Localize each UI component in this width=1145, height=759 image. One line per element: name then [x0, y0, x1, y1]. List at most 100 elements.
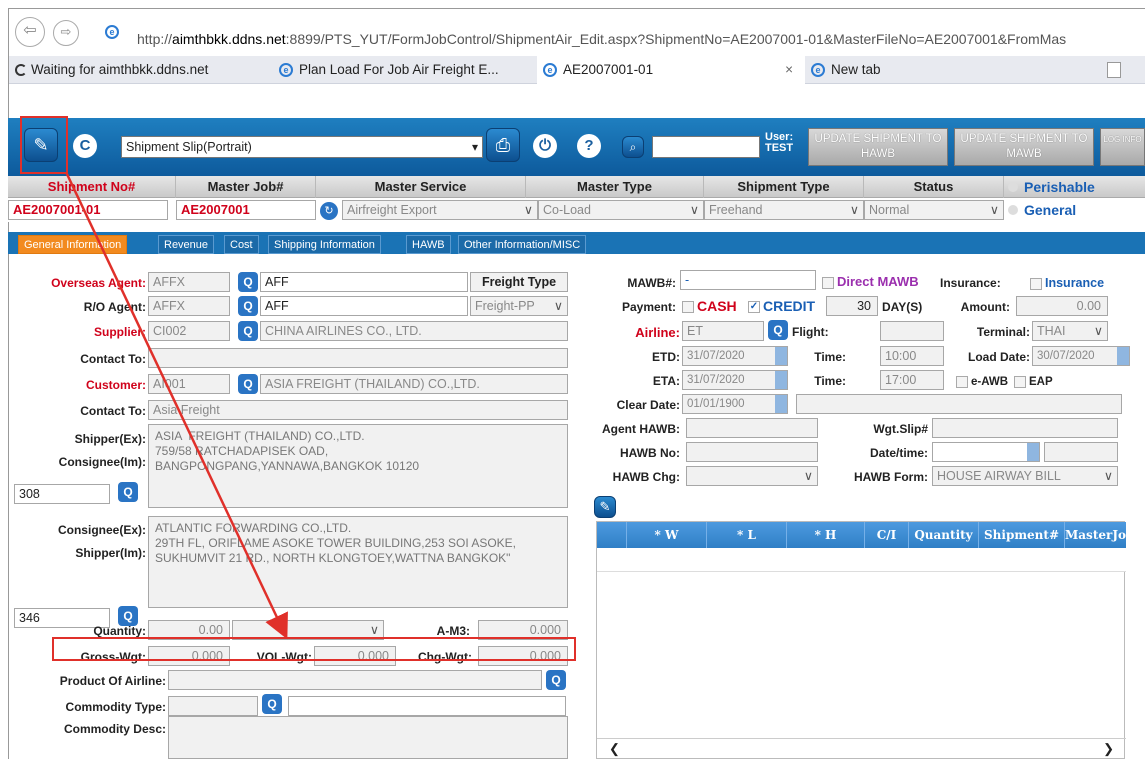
- supplier-code[interactable]: CI002: [148, 321, 230, 341]
- search-button[interactable]: ⌕: [622, 136, 644, 158]
- commodity-type-code[interactable]: [168, 696, 258, 716]
- commodity-search-icon[interactable]: Q: [262, 694, 282, 714]
- tab-cost[interactable]: Cost: [224, 235, 259, 254]
- datetime-time-field[interactable]: [1044, 442, 1118, 462]
- url-field[interactable]: http://aimthbkk.ddns.net:8899/PTS_YUT/Fo…: [137, 31, 1066, 47]
- eta-field[interactable]: 31/07/2020: [682, 370, 788, 390]
- help-button[interactable]: ?: [574, 128, 604, 162]
- scroll-left-icon[interactable]: ❮: [609, 741, 620, 757]
- cash-checkbox[interactable]: CASH: [682, 298, 737, 314]
- grid-col-masterjob[interactable]: MasterJob#: [1065, 522, 1144, 548]
- airline-field[interactable]: ET: [682, 321, 764, 341]
- perishable-option[interactable]: Perishable: [1008, 176, 1095, 198]
- calendar-icon[interactable]: [1117, 347, 1129, 365]
- ro-agent-code[interactable]: AFFX: [148, 296, 230, 316]
- datetime-field[interactable]: [932, 442, 1040, 462]
- calendar-icon[interactable]: [1027, 443, 1039, 461]
- copyright-button[interactable]: C: [70, 128, 100, 162]
- commodity-desc-field[interactable]: [168, 716, 568, 759]
- load-date-field[interactable]: 30/07/2020: [1032, 346, 1130, 366]
- calendar-icon[interactable]: [775, 347, 787, 365]
- etd-time-field[interactable]: 10:00: [880, 346, 944, 366]
- credit-checkbox[interactable]: ✓ CREDIT: [748, 298, 815, 314]
- customer-search-icon[interactable]: Q: [238, 374, 258, 394]
- report-select[interactable]: Shipment Slip(Portrait) ▾: [121, 136, 483, 158]
- tab-general-information[interactable]: General Information: [18, 235, 128, 254]
- browser-tab-shipment[interactable]: e AE2007001-01 ×: [537, 56, 805, 84]
- tab-revenue[interactable]: Revenue: [158, 235, 215, 254]
- hawb-chg-select[interactable]: ∨: [686, 466, 818, 486]
- forward-button[interactable]: ⇨: [53, 20, 79, 46]
- mawb-field[interactable]: -: [680, 270, 816, 290]
- eap-checkbox[interactable]: EAP: [1014, 376, 1053, 388]
- freight-type-select[interactable]: Freight-PP ∨: [470, 296, 568, 316]
- supplier-search-icon[interactable]: Q: [238, 321, 258, 341]
- shipper-no-field[interactable]: 308: [14, 484, 110, 504]
- overseas-agent-search-icon[interactable]: Q: [238, 272, 258, 292]
- consignee-search-icon[interactable]: Q: [118, 606, 138, 626]
- search-input[interactable]: [652, 136, 760, 158]
- grid-col-h[interactable]: * H: [787, 522, 865, 548]
- consignee-address[interactable]: ATLANTIC FORWARDING CO.,LTD. 29TH FL, OR…: [148, 516, 568, 608]
- contact-to-field[interactable]: [148, 348, 568, 368]
- grid-col-quantity[interactable]: Quantity: [909, 522, 979, 548]
- shipment-type-select[interactable]: Freehand ∨: [704, 200, 864, 220]
- ro-agent-name[interactable]: AFF: [260, 296, 468, 316]
- calendar-icon[interactable]: [775, 371, 787, 389]
- contact-to-2-field[interactable]: Asia Freight: [148, 400, 568, 420]
- overseas-agent-name[interactable]: AFF: [260, 272, 468, 292]
- master-type-select[interactable]: Co-Load ∨: [538, 200, 704, 220]
- back-button[interactable]: ⇦: [15, 17, 45, 47]
- overseas-agent-code[interactable]: AFFX: [148, 272, 230, 292]
- log-info-button[interactable]: LOG INFO: [1100, 128, 1145, 166]
- customer-code[interactable]: AI001: [148, 374, 230, 394]
- clear-date-field[interactable]: 01/01/1900: [682, 394, 788, 414]
- credit-days-field[interactable]: 30: [826, 296, 878, 316]
- grid-horizontal-scrollbar[interactable]: ❮ ❯: [597, 738, 1126, 758]
- update-shipment-to-mawb-button[interactable]: UPDATE SHIPMENT TO MAWB: [954, 128, 1094, 166]
- master-job-field[interactable]: AE2007001: [176, 200, 316, 220]
- product-search-icon[interactable]: Q: [546, 670, 566, 690]
- refresh-icon[interactable]: ↻: [320, 202, 338, 220]
- shipment-no-field[interactable]: AE2007001-01: [8, 200, 168, 220]
- eta-time-field[interactable]: 17:00: [880, 370, 944, 390]
- grid-edit-button[interactable]: ✎: [594, 496, 616, 518]
- amount-field[interactable]: 0.00: [1016, 296, 1108, 316]
- agent-hawb-field[interactable]: [686, 418, 818, 438]
- commodity-type-name[interactable]: [288, 696, 566, 716]
- terminal-select[interactable]: THAI ∨: [1032, 321, 1108, 341]
- flight-field[interactable]: [880, 321, 944, 341]
- power-button[interactable]: ⏻: [530, 128, 560, 162]
- hawb-no-field[interactable]: [686, 442, 818, 462]
- grid-col-ci[interactable]: C/I: [865, 522, 909, 548]
- tab-other-information[interactable]: Other Information/MISC: [458, 235, 587, 254]
- tab-hawb[interactable]: HAWB: [406, 235, 451, 254]
- supplier-name[interactable]: CHINA AIRLINES CO., LTD.: [260, 321, 568, 341]
- update-shipment-to-hawb-button[interactable]: UPDATE SHIPMENT TO HAWB: [808, 128, 948, 166]
- insurance-checkbox[interactable]: Insurance: [1030, 276, 1104, 290]
- master-service-select[interactable]: Airfreight Export ∨: [342, 200, 538, 220]
- clear-date-note-field[interactable]: [796, 394, 1122, 414]
- scroll-right-icon[interactable]: ❯: [1103, 741, 1114, 757]
- wgt-slip-field[interactable]: [932, 418, 1118, 438]
- grid-col-shipment[interactable]: Shipment#: [979, 522, 1065, 548]
- hawb-form-select[interactable]: HOUSE AIRWAY BILL ∨: [932, 466, 1118, 486]
- etd-field[interactable]: 31/07/2020: [682, 346, 788, 366]
- customer-name[interactable]: ASIA FREIGHT (THAILAND) CO.,LTD.: [260, 374, 568, 394]
- browser-tab-loading[interactable]: Waiting for aimthbkk.ddns.net: [9, 56, 267, 84]
- tab-shipping-information[interactable]: Shipping Information: [268, 235, 381, 254]
- grid-col-l[interactable]: * L: [707, 522, 787, 548]
- grid-col-w[interactable]: * W: [627, 522, 707, 548]
- eawb-checkbox[interactable]: e-AWB: [956, 376, 1008, 388]
- shipper-search-icon[interactable]: Q: [118, 482, 138, 502]
- browser-tab-new[interactable]: e New tab: [805, 56, 1005, 84]
- status-select[interactable]: Normal ∨: [864, 200, 1004, 220]
- direct-mawb-checkbox[interactable]: Direct MAWB: [822, 274, 919, 289]
- close-tab-icon[interactable]: ×: [785, 56, 793, 84]
- airline-search-icon[interactable]: Q: [768, 320, 788, 340]
- ro-agent-search-icon[interactable]: Q: [238, 296, 258, 316]
- browser-tab-plan-load[interactable]: e Plan Load For Job Air Freight E...: [273, 56, 535, 84]
- general-option[interactable]: General: [1008, 200, 1076, 220]
- calendar-icon[interactable]: [775, 395, 787, 413]
- new-tab-icon[interactable]: [1107, 62, 1121, 78]
